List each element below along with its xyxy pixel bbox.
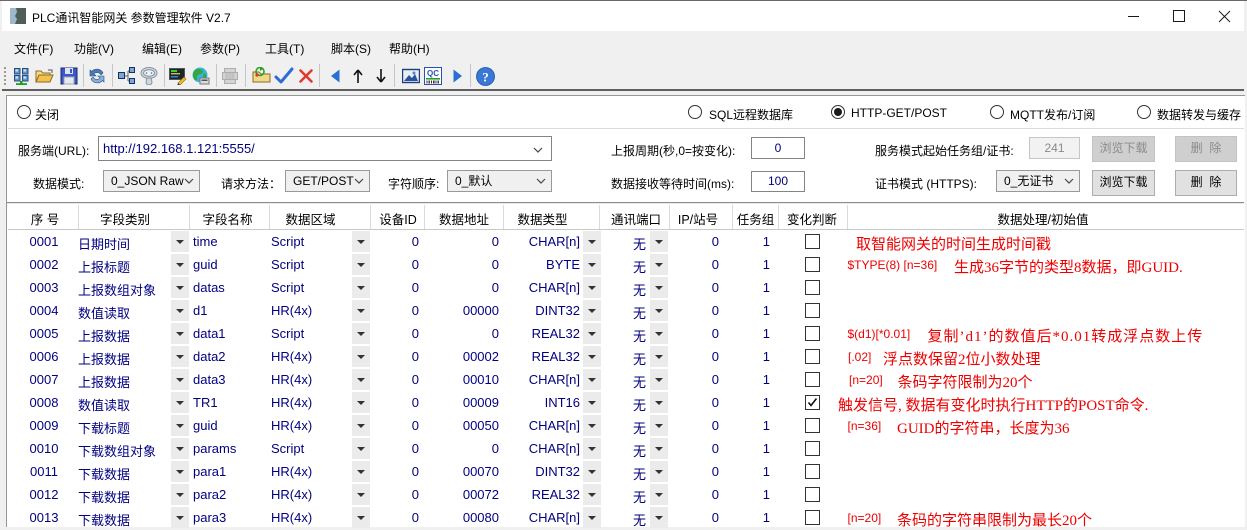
svg-text:QC: QC: [427, 69, 439, 78]
svg-text:?: ?: [482, 70, 489, 85]
